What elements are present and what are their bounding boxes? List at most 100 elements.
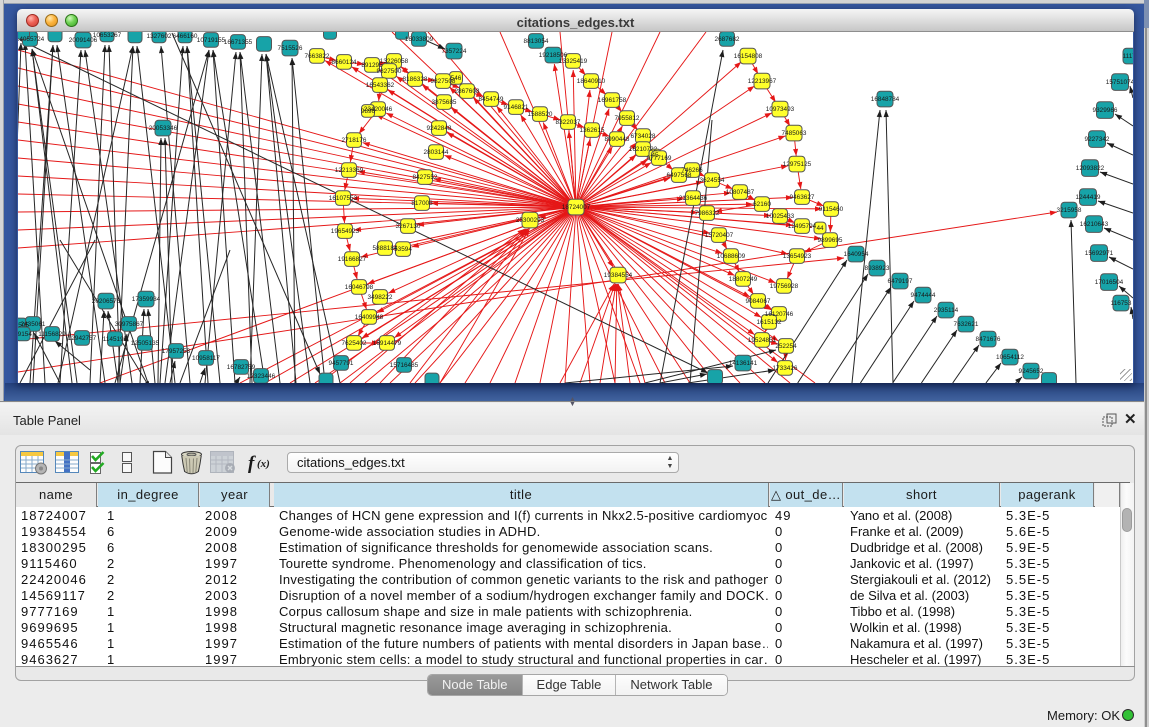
svg-text:1615132: 1615132 bbox=[757, 319, 782, 326]
svg-text:6497568: 6497568 bbox=[667, 172, 692, 179]
svg-text:9827500: 9827500 bbox=[377, 68, 402, 75]
svg-text:15716485: 15716485 bbox=[390, 362, 419, 369]
svg-text:62160: 62160 bbox=[753, 201, 771, 208]
svg-text:7515526: 7515526 bbox=[278, 45, 303, 52]
svg-text:9084067: 9084067 bbox=[746, 298, 771, 305]
svg-text:9827508: 9827508 bbox=[431, 78, 456, 85]
svg-text:16033809: 16033809 bbox=[405, 36, 434, 43]
svg-text:12323446: 12323446 bbox=[247, 373, 276, 380]
svg-text:12093822: 12093822 bbox=[1076, 165, 1105, 172]
svg-text:2935114: 2935114 bbox=[934, 307, 959, 314]
svg-text:25300293: 25300293 bbox=[516, 217, 545, 224]
svg-text:2435061: 2435061 bbox=[21, 321, 46, 328]
svg-text:9896: 9896 bbox=[361, 108, 376, 115]
svg-text:8186328: 8186328 bbox=[403, 76, 428, 83]
svg-text:116753: 116753 bbox=[1111, 300, 1132, 307]
svg-text:1362615: 1362615 bbox=[580, 127, 605, 134]
svg-text:18724007: 18724007 bbox=[562, 204, 591, 211]
svg-text:16046798: 16046798 bbox=[345, 284, 374, 291]
svg-text:10807487: 10807487 bbox=[726, 189, 755, 196]
svg-text:9146821: 9146821 bbox=[504, 104, 529, 111]
svg-text:12213967: 12213967 bbox=[748, 78, 777, 85]
svg-text:f: f bbox=[248, 453, 256, 474]
svg-text:10025433: 10025433 bbox=[766, 213, 795, 220]
svg-text:16848784: 16848784 bbox=[871, 96, 900, 103]
svg-text:18807249: 18807249 bbox=[729, 276, 758, 283]
svg-text:16543362: 16543362 bbox=[366, 82, 395, 89]
svg-text:9329966: 9329966 bbox=[1093, 107, 1118, 114]
svg-text:19166827: 19166827 bbox=[338, 256, 367, 263]
svg-text:3624554: 3624554 bbox=[700, 177, 725, 184]
svg-text:252254: 252254 bbox=[775, 343, 797, 350]
svg-text:8427552: 8427552 bbox=[413, 174, 438, 181]
svg-text:9457791: 9457791 bbox=[329, 360, 354, 367]
svg-text:30975867: 30975867 bbox=[115, 321, 144, 328]
svg-text:1327602: 1327602 bbox=[147, 33, 172, 40]
svg-text:7632621: 7632621 bbox=[954, 321, 979, 328]
svg-text:19524851: 19524851 bbox=[748, 337, 777, 344]
svg-text:9463627: 9463627 bbox=[790, 194, 815, 201]
svg-text:16210643: 16210643 bbox=[1080, 221, 1109, 228]
svg-text:16107553: 16107553 bbox=[329, 195, 358, 202]
svg-text:9777169: 9777169 bbox=[647, 155, 672, 162]
svg-text:8938923: 8938923 bbox=[865, 265, 890, 272]
svg-text:16782759: 16782759 bbox=[227, 364, 256, 371]
svg-text:6734028: 6734028 bbox=[631, 133, 656, 140]
svg-text:17359934: 17359934 bbox=[132, 296, 161, 303]
svg-text:17957253: 17957253 bbox=[162, 348, 191, 355]
svg-text:15692971: 15692971 bbox=[1085, 250, 1114, 257]
svg-text:1244419: 1244419 bbox=[1076, 194, 1101, 201]
svg-text:8454749: 8454749 bbox=[479, 96, 504, 103]
svg-text:19384554: 19384554 bbox=[604, 272, 633, 279]
svg-text:10654112: 10654112 bbox=[996, 354, 1024, 361]
svg-text:9245652: 9245652 bbox=[1019, 368, 1044, 375]
svg-text:16409948: 16409948 bbox=[355, 314, 384, 321]
svg-text:16120746: 16120746 bbox=[765, 311, 794, 318]
svg-text:2687682: 2687682 bbox=[715, 36, 740, 43]
svg-text:17016504: 17016504 bbox=[1095, 279, 1124, 286]
svg-text:2867608: 2867608 bbox=[455, 88, 480, 95]
svg-text:39154: 39154 bbox=[18, 331, 32, 338]
svg-text:9115460: 9115460 bbox=[819, 206, 844, 213]
svg-text:19756928: 19756928 bbox=[770, 283, 799, 290]
svg-text:13654923: 13654923 bbox=[783, 253, 812, 260]
svg-text:1588520: 1588520 bbox=[528, 111, 553, 118]
svg-text:12942757: 12942757 bbox=[68, 335, 97, 342]
svg-text:9227342: 9227342 bbox=[1085, 136, 1110, 143]
svg-text:16154808: 16154808 bbox=[734, 53, 763, 60]
svg-text:44: 44 bbox=[816, 225, 824, 232]
svg-text:10688609: 10688609 bbox=[717, 253, 746, 260]
svg-text:13325419: 13325419 bbox=[559, 58, 588, 65]
svg-text:817008: 817008 bbox=[411, 200, 433, 207]
svg-text:13226058: 13226058 bbox=[380, 58, 409, 65]
svg-text:16914479: 16914479 bbox=[373, 340, 402, 347]
svg-text:3267130: 3267130 bbox=[396, 223, 421, 230]
svg-text:7357224: 7357224 bbox=[442, 48, 467, 55]
svg-text:10958117: 10958117 bbox=[192, 355, 220, 362]
svg-text:12213369: 12213369 bbox=[335, 167, 364, 174]
svg-text:7986322: 7986322 bbox=[695, 210, 720, 217]
svg-text:10973493: 10973493 bbox=[766, 106, 795, 113]
svg-text:14136141: 14136141 bbox=[729, 360, 758, 367]
svg-text:15720407: 15720407 bbox=[705, 232, 734, 239]
svg-text:16671355: 16671355 bbox=[224, 39, 253, 46]
svg-text:16961758: 16961758 bbox=[598, 97, 627, 104]
svg-text:14055724: 14055724 bbox=[18, 36, 45, 43]
svg-text:21364436: 21364436 bbox=[679, 195, 708, 202]
svg-text:7663822: 7663822 bbox=[305, 53, 330, 60]
svg-text:7625402: 7625402 bbox=[342, 340, 367, 347]
svg-text:10719155: 10719155 bbox=[197, 37, 226, 44]
svg-text:5888184: 5888184 bbox=[373, 245, 398, 252]
svg-text:8990448: 8990448 bbox=[605, 136, 630, 143]
svg-text:15751074: 15751074 bbox=[1106, 79, 1133, 86]
svg-text:1733426: 1733426 bbox=[773, 365, 798, 372]
svg-text:8813054: 8813054 bbox=[524, 38, 549, 45]
svg-text:20053346: 20053346 bbox=[149, 125, 178, 132]
svg-text:1640954: 1640954 bbox=[844, 251, 869, 258]
svg-text:7955812: 7955812 bbox=[615, 115, 640, 122]
svg-text:9474444: 9474444 bbox=[911, 292, 936, 299]
svg-text:7485063: 7485063 bbox=[782, 130, 807, 137]
svg-text:8660124: 8660124 bbox=[332, 59, 357, 66]
svg-text:18640910: 18640910 bbox=[577, 78, 606, 85]
svg-text:6466160: 6466160 bbox=[173, 33, 198, 40]
